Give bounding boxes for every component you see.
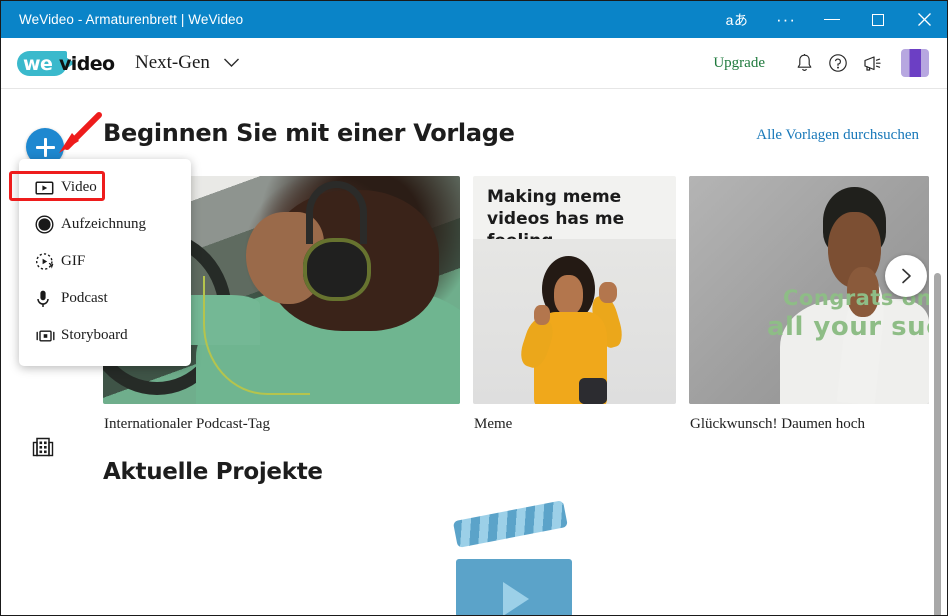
menu-item-label: Storyboard <box>61 327 128 343</box>
menu-item-label: Video <box>61 179 97 195</box>
template-thumbnail[interactable]: Congrats on all your succe <box>689 176 929 404</box>
photo-shape-headband <box>306 180 368 245</box>
building-icon <box>32 437 54 457</box>
wevideo-logo-mark: we video <box>17 50 115 77</box>
logo-text-we: we <box>23 52 53 75</box>
microphone-icon <box>35 289 61 309</box>
window-maximize-button[interactable] <box>855 1 901 38</box>
menu-item-video[interactable]: Video <box>19 169 191 206</box>
announcements-button[interactable] <box>855 46 889 80</box>
clapperboard-icon <box>452 500 572 615</box>
menu-item-podcast[interactable]: Podcast <box>19 280 191 317</box>
template-card[interactable]: Making meme videos has me feeling Meme <box>473 176 676 432</box>
photo-shape-face <box>554 275 583 315</box>
meme-photo <box>473 239 676 404</box>
carousel-next-button[interactable] <box>885 255 927 297</box>
help-circle-icon <box>829 54 847 72</box>
menu-item-storyboard[interactable]: Storyboard <box>19 317 191 354</box>
workspace-name[interactable]: Next-Gen <box>135 52 210 74</box>
photo-shape-leg <box>578 377 607 404</box>
vertical-scrollbar-thumb[interactable] <box>934 273 941 615</box>
template-card-label: Glückwunsch! Daumen hoch <box>690 416 865 432</box>
workspace-dropdown-button[interactable] <box>223 55 240 73</box>
clapperboard-top <box>452 500 568 548</box>
app-header: we video Next-Gen Upgrade <box>1 38 947 89</box>
storyboard-icon <box>35 329 61 343</box>
megaphone-icon <box>863 55 881 71</box>
upgrade-link[interactable]: Upgrade <box>713 55 765 72</box>
help-button[interactable] <box>821 46 855 80</box>
gif-icon <box>35 252 61 271</box>
clapperboard-body <box>456 559 572 615</box>
wevideo-logo[interactable]: we video <box>17 50 115 77</box>
chevron-down-icon <box>223 58 239 67</box>
template-card-label: Internationaler Podcast-Tag <box>104 416 270 432</box>
user-avatar[interactable] <box>901 49 929 77</box>
maximize-icon <box>872 13 884 26</box>
logo-text-video: video <box>59 52 115 75</box>
record-icon <box>35 215 61 234</box>
notifications-button[interactable] <box>787 46 821 80</box>
window-minimize-button[interactable] <box>809 1 855 38</box>
window-close-button[interactable] <box>901 1 947 38</box>
projects-section-heading: Aktuelle Projekte <box>103 459 323 485</box>
chevron-right-icon <box>902 268 911 284</box>
menu-item-aufzeichnung[interactable]: Aufzeichnung <box>19 206 191 243</box>
video-icon <box>35 180 61 196</box>
play-triangle-icon <box>503 582 529 615</box>
menu-item-label: Aufzeichnung <box>61 216 146 232</box>
minimize-icon <box>824 18 840 21</box>
template-card-label: Meme <box>474 416 513 432</box>
photo-shape-right-hand <box>598 281 618 304</box>
menu-item-label: GIF <box>61 253 86 269</box>
menu-item-gif[interactable]: GIF <box>19 243 191 280</box>
vertical-scrollbar-track[interactable] <box>930 177 946 615</box>
window-title: WeVideo - Armaturenbrett | WeVideo <box>19 12 244 27</box>
bell-icon <box>797 54 811 71</box>
window-titlebar: WeVideo - Armaturenbrett | WeVideo aあ ··… <box>1 1 947 38</box>
titlebar-more-button[interactable]: ··· <box>763 1 809 38</box>
photo-shape-left-hand <box>533 305 551 325</box>
close-icon <box>917 13 931 26</box>
templates-section-heading: Beginnen Sie mit einer Vorlage <box>103 119 515 147</box>
browse-all-templates-link[interactable]: Alle Vorlagen durchsuchen <box>756 127 919 144</box>
template-card[interactable]: Congrats on all your succe Glückwunsch! … <box>689 176 929 432</box>
create-menu-dropdown: Video Aufzeichnung GIF Podcast Storyboar… <box>19 159 191 366</box>
organization-button[interactable] <box>32 435 54 464</box>
ime-indicator[interactable]: aあ <box>711 1 763 38</box>
template-thumbnail[interactable]: Making meme videos has me feeling <box>473 176 676 404</box>
photo-shape-headphone-cup <box>302 237 371 302</box>
wevideo-desktop-window: WeVideo - Armaturenbrett | WeVideo aあ ··… <box>0 0 948 616</box>
congrats-overlay-line-2: all your succe <box>767 312 929 342</box>
menu-item-label: Podcast <box>61 290 108 306</box>
